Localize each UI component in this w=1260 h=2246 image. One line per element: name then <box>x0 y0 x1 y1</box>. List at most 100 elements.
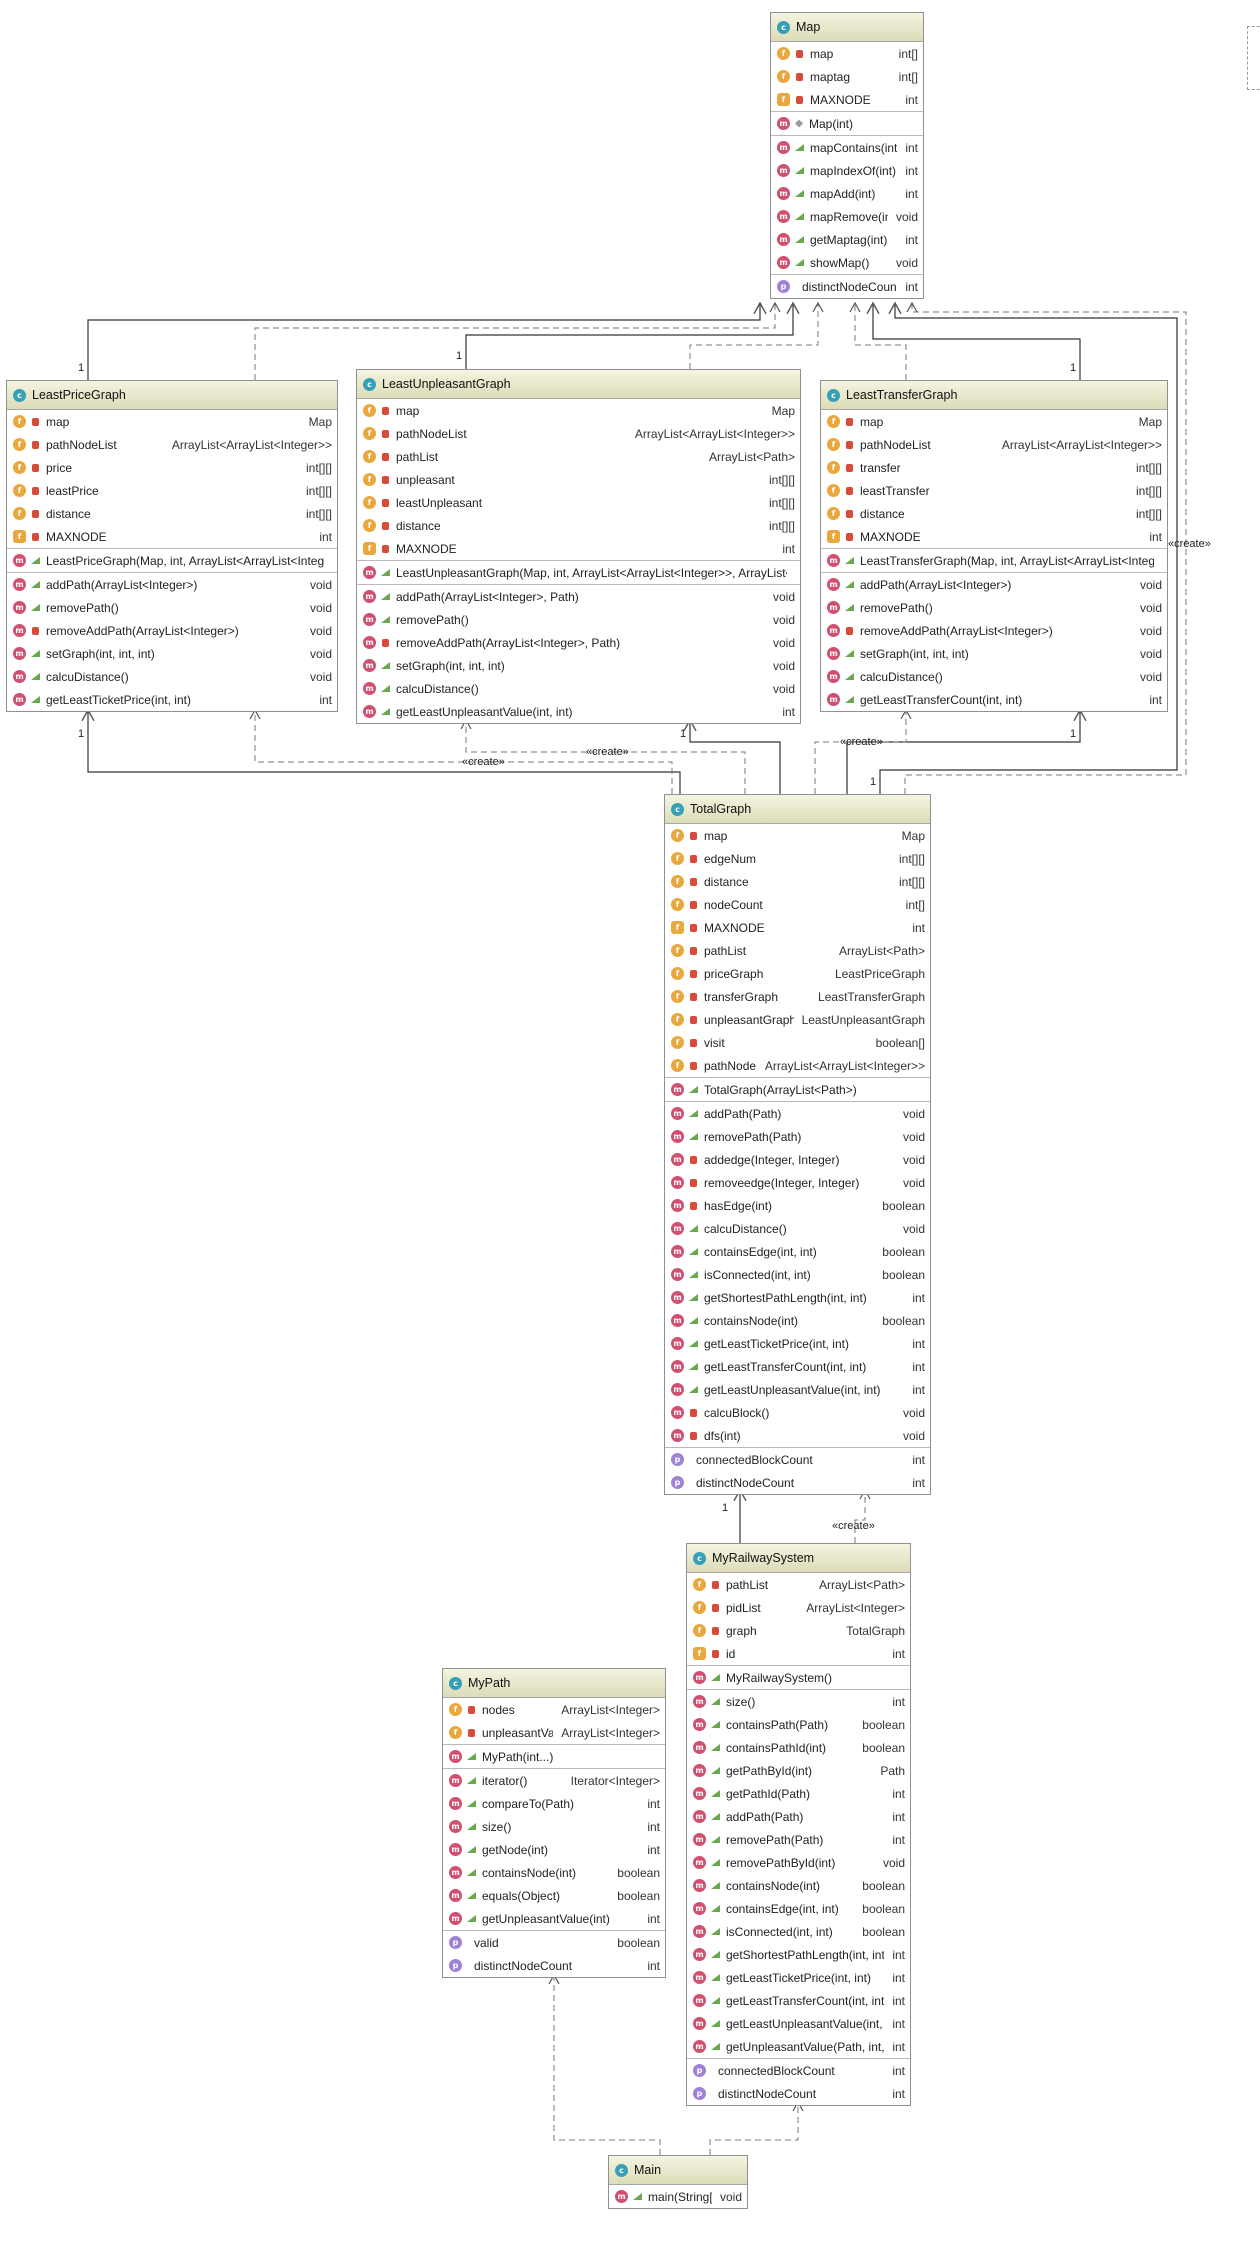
method-row[interactable]: m getShortestPathLength(int, int) int <box>665 1286 930 1309</box>
constructor-row[interactable]: m TotalGraph(ArrayList<Path>) <box>665 1078 930 1101</box>
field-row[interactable]: f pathNodeList ArrayList<ArrayList<Integer… <box>357 422 800 445</box>
field-row[interactable]: f visit boolean[] <box>665 1031 930 1054</box>
constructor-row[interactable]: m Map(int) <box>771 112 923 135</box>
method-row[interactable]: m calcuDistance() void <box>821 665 1167 688</box>
method-row[interactable]: m getLeastUnpleasantValue(int, int) int <box>665 1378 930 1401</box>
method-row[interactable]: m getLeastTransferCount(int, int) int <box>821 688 1167 711</box>
constructor-row[interactable]: m LeastUnpleasantGraph(Map, int, ArrayLis… <box>357 561 800 584</box>
field-row[interactable]: f pathNodeList ArrayList<ArrayList<Integer… <box>821 433 1167 456</box>
method-row[interactable]: m iterator() Iterator<Integer> <box>443 1769 665 1792</box>
method-row[interactable]: m removePath() void <box>357 608 800 631</box>
class-box-main[interactable]: c Mainm main(String[]) void <box>608 2155 748 2209</box>
class-box-total-graph[interactable]: c TotalGraph f map Map f edgeNum int[][] f distan… <box>664 794 931 1495</box>
method-row[interactable]: m isConnected(int, int) boolean <box>665 1263 930 1286</box>
method-row[interactable]: m size() int <box>687 1690 910 1713</box>
propertie-row[interactable]: p distinctNodeCount int <box>687 2082 910 2105</box>
field-row[interactable]: f pathList ArrayList<Path> <box>357 445 800 468</box>
class-box-least-unpleasant-graph[interactable]: c LeastUnpleasantGraph f map Map f pathNodeLis… <box>356 369 801 724</box>
method-row[interactable]: m removePath(Path) void <box>665 1125 930 1148</box>
method-row[interactable]: m getPathId(Path) int <box>687 1782 910 1805</box>
field-row[interactable]: f MAXNODE int <box>357 537 800 560</box>
field-row[interactable]: f maptag int[] <box>771 65 923 88</box>
method-row[interactable]: m getLeastTicketPrice(int, int) int <box>665 1332 930 1355</box>
field-row[interactable]: f unpleasant int[][] <box>357 468 800 491</box>
field-row[interactable]: f transfer int[][] <box>821 456 1167 479</box>
field-row[interactable]: f MAXNODE int <box>7 525 337 548</box>
method-row[interactable]: m getNode(int) int <box>443 1838 665 1861</box>
method-row[interactable]: m containsEdge(int, int) boolean <box>665 1240 930 1263</box>
field-row[interactable]: f pathList ArrayList<Path> <box>665 939 930 962</box>
field-row[interactable]: f priceGraph LeastPriceGraph <box>665 962 930 985</box>
field-row[interactable]: f distance int[][] <box>7 502 337 525</box>
method-row[interactable]: m removeAddPath(ArrayList<Integer>) void <box>7 619 337 642</box>
field-row[interactable]: f unpleasantValue ArrayList<Integer> <box>443 1721 665 1744</box>
method-row[interactable]: m calcuDistance() void <box>357 677 800 700</box>
field-row[interactable]: f pathNodeList ArrayList<ArrayList<Integer… <box>665 1054 930 1077</box>
field-row[interactable]: f leastPrice int[][] <box>7 479 337 502</box>
propertie-row[interactable]: p distinctNodeCount int <box>443 1954 665 1977</box>
field-row[interactable]: f map Map <box>7 410 337 433</box>
constructor-row[interactable]: m LeastPriceGraph(Map, int, ArrayList<Arr… <box>7 549 337 572</box>
method-row[interactable]: m equals(Object) boolean <box>443 1884 665 1907</box>
method-row[interactable]: m hasEdge(int) boolean <box>665 1194 930 1217</box>
field-row[interactable]: f edgeNum int[][] <box>665 847 930 870</box>
method-row[interactable]: m setGraph(int, int, int) void <box>821 642 1167 665</box>
field-row[interactable]: f pidList ArrayList<Integer> <box>687 1596 910 1619</box>
field-row[interactable]: f pathList ArrayList<Path> <box>687 1573 910 1596</box>
method-row[interactable]: m setGraph(int, int, int) void <box>7 642 337 665</box>
class-box-map[interactable]: c Map f map int[] f maptag int[] f MAXNODE int m Map… <box>770 12 924 299</box>
field-row[interactable]: f distance int[][] <box>357 514 800 537</box>
class-box-least-transfer-graph[interactable]: c LeastTransferGraph f map Map f pathNodeList A… <box>820 380 1168 712</box>
method-row[interactable]: m removeAddPath(ArrayList<Integer>, Path)… <box>357 631 800 654</box>
field-row[interactable]: f pathNodeList ArrayList<ArrayList<Integer… <box>7 433 337 456</box>
method-row[interactable]: m addedge(Integer, Integer) void <box>665 1148 930 1171</box>
method-row[interactable]: m getUnpleasantValue(int) int <box>443 1907 665 1930</box>
field-row[interactable]: f MAXNODE int <box>665 916 930 939</box>
method-row[interactable]: m containsNode(int) boolean <box>687 1874 910 1897</box>
method-row[interactable]: m mapIndexOf(int) int <box>771 159 923 182</box>
method-row[interactable]: m containsPath(Path) boolean <box>687 1713 910 1736</box>
method-row[interactable]: m addPath(ArrayList<Integer>, Path) void <box>357 585 800 608</box>
method-row[interactable]: m mapAdd(int) int <box>771 182 923 205</box>
propertie-row[interactable]: p valid boolean <box>443 1931 665 1954</box>
method-row[interactable]: m mapContains(int) int <box>771 136 923 159</box>
method-row[interactable]: m getLeastTransferCount(int, int) int <box>665 1355 930 1378</box>
field-row[interactable]: f nodes ArrayList<Integer> <box>443 1698 665 1721</box>
method-row[interactable]: m getUnpleasantValue(Path, int, int) int <box>687 2035 910 2058</box>
field-row[interactable]: f map Map <box>821 410 1167 433</box>
field-row[interactable]: f graph TotalGraph <box>687 1619 910 1642</box>
method-row[interactable]: m calcuBlock() void <box>665 1401 930 1424</box>
field-row[interactable]: f unpleasantGraph LeastUnpleasantGraph <box>665 1008 930 1031</box>
class-box-least-price-graph[interactable]: c LeastPriceGraph f map Map f pathNodeList Arra… <box>6 380 338 712</box>
propertie-row[interactable]: p distinctNodeCount int <box>771 275 923 298</box>
method-row[interactable]: m addPath(ArrayList<Integer>) void <box>7 573 337 596</box>
method-row[interactable]: m getLeastUnpleasantValue(int, int) int <box>687 2012 910 2035</box>
constructor-row[interactable]: m MyPath(int...) <box>443 1745 665 1768</box>
field-row[interactable]: f leastTransfer int[][] <box>821 479 1167 502</box>
method-row[interactable]: m calcuDistance() void <box>665 1217 930 1240</box>
class-box-my-path[interactable]: c MyPath f nodes ArrayList<Integer> f unpleasa… <box>442 1668 666 1978</box>
method-row[interactable]: m showMap() void <box>771 251 923 274</box>
method-row[interactable]: m isConnected(int, int) boolean <box>687 1920 910 1943</box>
method-row[interactable]: m addPath(Path) int <box>687 1805 910 1828</box>
method-row[interactable]: m getLeastTicketPrice(int, int) int <box>7 688 337 711</box>
method-row[interactable]: m addPath(Path) void <box>665 1102 930 1125</box>
method-row[interactable]: m compareTo(Path) int <box>443 1792 665 1815</box>
field-row[interactable]: f map int[] <box>771 42 923 65</box>
method-row[interactable]: m containsPathId(int) boolean <box>687 1736 910 1759</box>
method-row[interactable]: m getLeastTransferCount(int, int) int <box>687 1989 910 2012</box>
field-row[interactable]: f map Map <box>665 824 930 847</box>
field-row[interactable]: f MAXNODE int <box>821 525 1167 548</box>
method-row[interactable]: m getPathById(int) Path <box>687 1759 910 1782</box>
propertie-row[interactable]: p distinctNodeCount int <box>665 1471 930 1494</box>
propertie-row[interactable]: p connectedBlockCount int <box>687 2059 910 2082</box>
field-row[interactable]: f id int <box>687 1642 910 1665</box>
field-row[interactable]: f transferGraph LeastTransferGraph <box>665 985 930 1008</box>
constructor-row[interactable]: m LeastTransferGraph(Map, int, ArrayList<… <box>821 549 1167 572</box>
method-row[interactable]: m removePath(Path) int <box>687 1828 910 1851</box>
field-row[interactable]: f nodeCount int[] <box>665 893 930 916</box>
method-row[interactable]: m setGraph(int, int, int) void <box>357 654 800 677</box>
method-row[interactable]: m removeedge(Integer, Integer) void <box>665 1171 930 1194</box>
method-row[interactable]: m addPath(ArrayList<Integer>) void <box>821 573 1167 596</box>
method-row[interactable]: m mapRemove(int) void <box>771 205 923 228</box>
